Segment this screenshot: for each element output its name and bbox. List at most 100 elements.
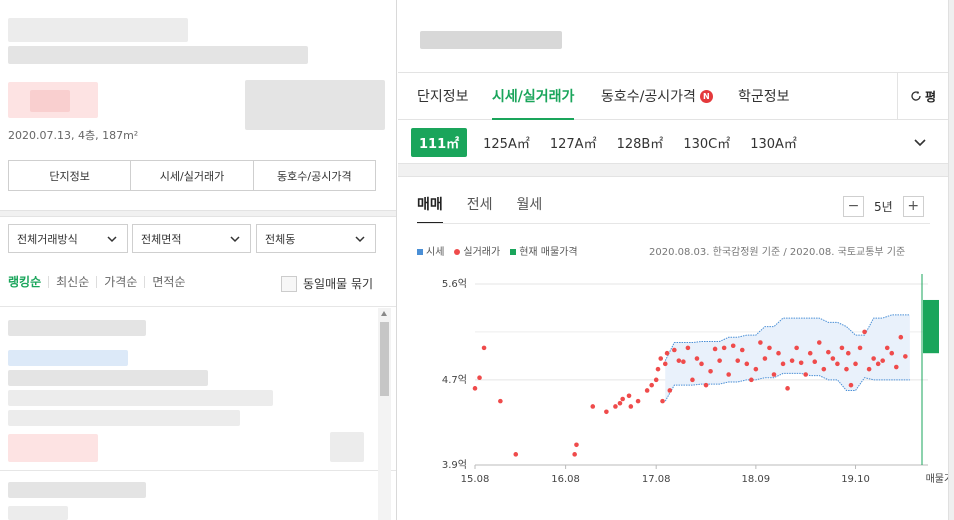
transaction-point (862, 329, 867, 335)
tab-complex-info[interactable]: 단지정보 (417, 73, 469, 119)
filter-building[interactable]: 전체동 (256, 224, 376, 253)
transaction-point (780, 361, 786, 367)
chevron-down-icon (230, 235, 240, 242)
chevron-down-icon (355, 235, 365, 242)
legend-item-transactions: 실거래가 (454, 243, 500, 258)
seg-tab-complex-info[interactable]: 단지정보 (9, 161, 132, 190)
filter-area[interactable]: 전체면적 (132, 224, 251, 253)
transaction-point (649, 382, 654, 388)
group-checkbox-label: 동일매물 묶기 (303, 277, 374, 291)
blurred-complex-name (420, 31, 562, 49)
area-125a[interactable]: 125A㎡ (483, 133, 530, 152)
x-tick-label: 17.08 (642, 474, 671, 485)
transaction-point (771, 372, 777, 377)
deal-tab-monthly[interactable]: 월세 (517, 186, 543, 224)
seg-tab-price[interactable]: 시세/실거래가 (131, 161, 254, 190)
legend-label: 실거래가 (463, 247, 501, 258)
transaction-point (857, 345, 863, 351)
sort-price[interactable]: 가격순 (96, 276, 144, 288)
blurred-listing-price (8, 434, 98, 462)
transaction-point (653, 377, 659, 383)
y-tick-label: 4.7억 (442, 374, 467, 386)
filter-deal-type-label: 전체거래방식 (17, 232, 78, 246)
seg-tab-units[interactable]: 동호수/공시가격 (254, 161, 375, 190)
transaction-point (672, 347, 677, 353)
transaction-point (749, 377, 754, 383)
blurred-title (8, 18, 188, 42)
blurred-listing-title (8, 482, 146, 498)
scroll-thumb[interactable] (380, 322, 389, 396)
transaction-point (898, 334, 904, 340)
tab-price-transactions[interactable]: 시세/실거래가 (492, 73, 575, 120)
scroll-up-icon[interactable] (381, 311, 387, 316)
listing-meta: 2020.07.13, 4층, 187m² (8, 129, 139, 142)
area-111[interactable]: 111㎡ (411, 127, 468, 157)
transaction-point (676, 358, 682, 363)
transaction-point (617, 400, 623, 406)
zoom-out-button[interactable]: − (843, 195, 864, 217)
deal-tab-jeonse[interactable]: 전세 (467, 186, 493, 224)
transaction-point (472, 386, 478, 391)
sort-options: 랭킹순 최신순 가격순 면적순 (8, 276, 193, 288)
area-127a[interactable]: 127A㎡ (550, 133, 597, 152)
transaction-point (660, 398, 665, 404)
transaction-point (628, 404, 634, 409)
area-130c[interactable]: 130C㎡ (683, 133, 730, 152)
transaction-point (626, 393, 632, 399)
transaction-point (880, 358, 885, 363)
tab-school[interactable]: 학군정보 (738, 73, 790, 119)
group-same-listing-checkbox[interactable]: 동일매물 묶기 (281, 275, 373, 292)
blurred-subtitle (8, 46, 308, 64)
area-selector: 111㎡ 125A㎡ 127A㎡ 128B㎡ 130C㎡ 130A㎡ (398, 121, 948, 163)
transaction-point (703, 382, 709, 388)
new-badge: N (699, 89, 713, 103)
blurred-listing-desc (8, 506, 68, 520)
transaction-point (884, 345, 890, 351)
transaction-point (758, 340, 763, 345)
filter-area-label: 전체면적 (141, 232, 182, 246)
chevron-down-icon[interactable] (912, 134, 928, 150)
transaction-point (871, 356, 876, 361)
panel-edge (948, 0, 954, 520)
transaction-point (721, 345, 727, 351)
area-130a[interactable]: 130A㎡ (750, 133, 797, 152)
deal-type-tabs: 매매 전세 월세 (417, 186, 542, 224)
sort-area[interactable]: 면적순 (144, 276, 192, 288)
checkbox-box (281, 275, 297, 292)
filter-deal-type[interactable]: 전체거래방식 (8, 224, 128, 253)
x-tick-label: 18.09 (742, 474, 771, 485)
transaction-point (830, 356, 836, 361)
tab-unit-price[interactable]: 동호수/공시가격 N (601, 73, 713, 119)
transaction-point (812, 359, 818, 365)
area-128b[interactable]: 128B㎡ (617, 133, 664, 152)
transaction-point (794, 345, 799, 351)
price-chart: 5.6억 4.7억 3.9억 15.08 16.08 17.08 18.09 19.10 매물가… (442, 274, 948, 485)
deal-tab-sale[interactable]: 매매 (417, 186, 443, 224)
chart-legend: 시세 실거래가 현재 매물가격 (417, 243, 578, 258)
transaction-point (658, 356, 664, 361)
transaction-point (717, 358, 722, 363)
transaction-point (708, 369, 713, 374)
transaction-point (753, 366, 759, 372)
transaction-point (816, 340, 822, 345)
blurred-listing-desc (8, 390, 273, 406)
transaction-point (604, 409, 609, 415)
sort-ranking[interactable]: 랭킹순 (8, 276, 48, 288)
transaction-point (681, 359, 686, 365)
transaction-point (699, 361, 704, 367)
pyeong-toggle[interactable]: 평 (897, 73, 948, 119)
transaction-point (739, 347, 745, 353)
transaction-point (762, 356, 768, 361)
sort-latest[interactable]: 최신순 (48, 276, 96, 288)
legend-swatch (454, 249, 461, 255)
list-scrollbar[interactable] (378, 308, 391, 520)
transaction-point (789, 358, 795, 363)
transaction-point (662, 361, 668, 367)
refresh-icon (911, 91, 921, 101)
transaction-point (726, 372, 731, 377)
zoom-in-button[interactable]: + (902, 195, 924, 217)
y-tick-label: 3.9억 (442, 459, 467, 471)
transaction-point (839, 345, 845, 351)
listing-price-range (923, 299, 939, 354)
transaction-point (664, 350, 670, 356)
